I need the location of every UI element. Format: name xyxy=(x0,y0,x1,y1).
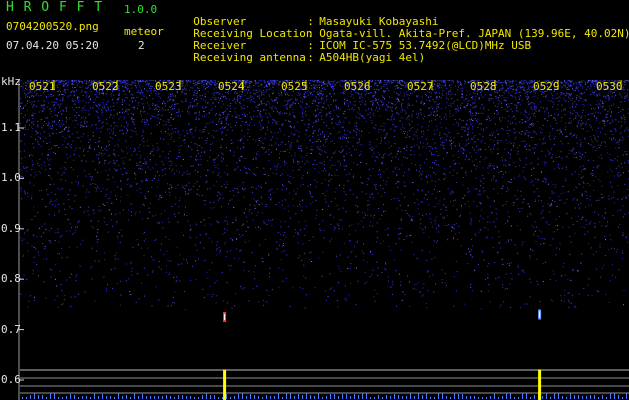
app-version: 1.0.0 xyxy=(124,3,158,16)
x-tick-label: 0521 xyxy=(29,80,56,93)
y-tick-label: 1.1 xyxy=(1,121,21,134)
x-tick-label: 0525 xyxy=(281,80,308,93)
x-tick-label: 0522 xyxy=(92,80,119,93)
station-label: Receiving antenna xyxy=(193,51,306,64)
app-title: H R O F F T xyxy=(6,0,104,15)
x-tick-label: 0527 xyxy=(407,80,434,93)
station-sep: : xyxy=(307,51,314,64)
station-value: A504HB(yagi 4el) xyxy=(319,51,426,64)
station-row-antenna: Receiving antenna: A504HB(yagi 4el) xyxy=(180,40,425,64)
x-tick-label: 0530 xyxy=(596,80,623,93)
baseline-marks xyxy=(22,393,627,399)
y-tick-label: 0.7 xyxy=(1,322,21,336)
x-tick-label: 0523 xyxy=(155,80,182,93)
meteor-echo xyxy=(538,309,542,400)
x-tick-label: 0529 xyxy=(533,80,560,93)
x-tick-label: 0528 xyxy=(470,80,497,93)
y-tick-label: 0.6 xyxy=(1,373,21,386)
meteor-count: 2 xyxy=(138,39,145,52)
meteor-echo xyxy=(223,312,227,400)
x-tick-label: 0526 xyxy=(344,80,371,93)
x-tick-label: 0524 xyxy=(218,80,245,93)
y-tick-label: 1.0 xyxy=(1,171,21,185)
filename: 0704200520.png xyxy=(6,20,99,33)
noise-field xyxy=(20,80,629,311)
meteor-label: meteor xyxy=(124,25,164,38)
y-tick-label: 0.9 xyxy=(1,221,21,235)
datetime: 07.04.20 05:20 xyxy=(6,39,99,52)
y-axis-label: kHz xyxy=(1,75,21,88)
y-tick-label: 0.8 xyxy=(1,272,21,286)
